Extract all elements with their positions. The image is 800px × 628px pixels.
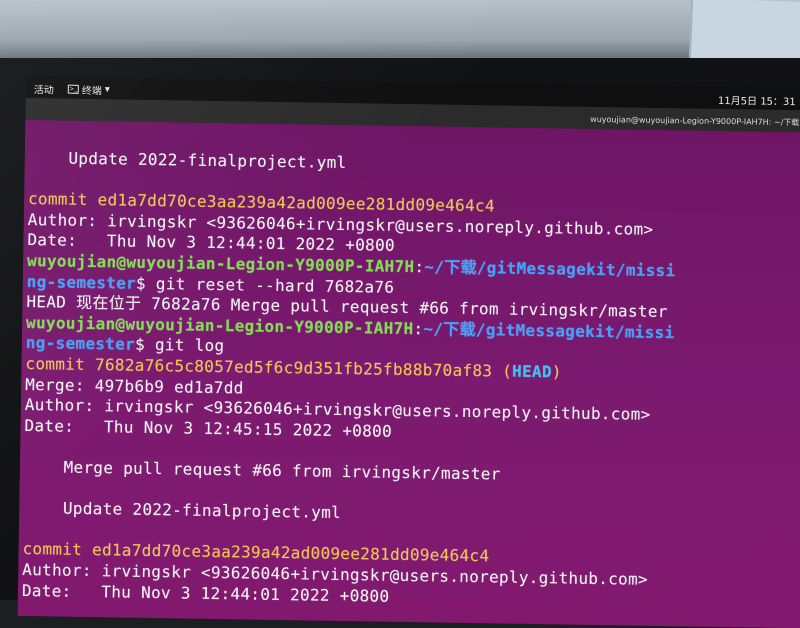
terminal-text-segment: ~/下载/gitMessagekit/missi	[423, 319, 674, 342]
app-menu-label: 终端	[82, 82, 102, 97]
monitor-screen: 活动 >_ 终端 ▾ 11月5日 15：31 wuyoujian@wuyouji…	[18, 76, 800, 628]
terminal-text-segment: ng-semester	[27, 272, 137, 293]
terminal-text-segment: Merge: 497b6b9 ed1a7dd	[25, 375, 244, 397]
terminal-text-segment: Merge pull request #66 from irvingskr/ma…	[24, 457, 501, 483]
clock[interactable]: 11月5日 15：31	[718, 92, 796, 108]
terminal-line: Update 2022-finalproject.yml	[29, 148, 347, 173]
terminal-text-segment: )	[552, 362, 562, 381]
terminal-app-menu[interactable]: >_ 终端 ▾	[68, 82, 110, 98]
window-title: wuyoujian@wuyoujian-Legion-Y9000P-IAH7H:…	[590, 114, 799, 128]
terminal-text-segment: $ git reset --hard 7682a76	[136, 273, 395, 296]
chevron-down-icon: ▾	[105, 84, 110, 95]
terminal-text-segment: HEAD	[512, 362, 552, 382]
terminal-text-segment: ng-semester	[26, 333, 136, 354]
terminal-output[interactable]: Update 2022-finalproject.ymlcommit ed1a7…	[18, 120, 800, 628]
activities-button[interactable]: 活动	[34, 81, 54, 96]
terminal-line: ng-semester$ git log	[26, 333, 225, 356]
terminal-line: Update 2022-finalproject.yml	[23, 498, 341, 523]
wall-paper-note	[689, 0, 800, 64]
terminal-text-segment: $ git log	[135, 335, 225, 355]
terminal-line: Merge pull request #66 from irvingskr/ma…	[24, 457, 501, 484]
terminal-text-segment: Update 2022-finalproject.yml	[29, 148, 347, 172]
terminal-line: Merge: 497b6b9 ed1a7dd	[25, 375, 244, 398]
terminal-text-segment: ~/下载/gitMessagekit/missi	[424, 257, 675, 280]
terminal-text-segment: Update 2022-finalproject.yml	[23, 498, 341, 522]
terminal-icon: >_	[68, 85, 79, 94]
